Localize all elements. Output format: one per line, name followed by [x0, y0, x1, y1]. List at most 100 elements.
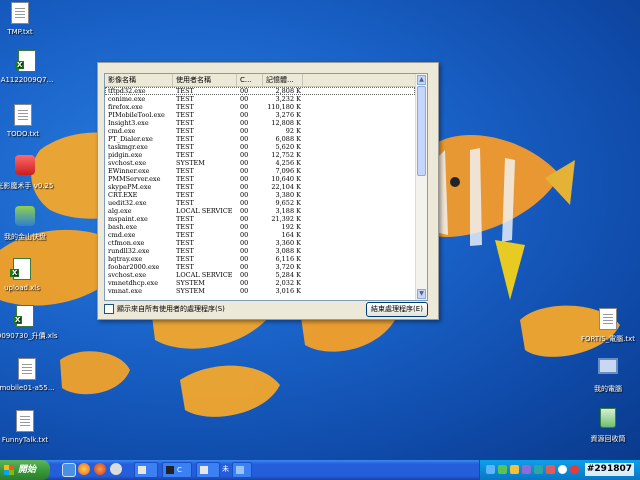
process-row[interactable]: firefox.exe TEST 00 110,180 K [105, 103, 415, 111]
process-row[interactable]: taskmgr.exe TEST 00 5,620 K [105, 143, 415, 151]
quicklaunch-firefox-icon[interactable] [78, 463, 90, 475]
text-file-icon [599, 308, 617, 330]
process-row[interactable]: Insight3.exe TEST 00 12,808 K [105, 119, 415, 127]
text-file-icon [18, 358, 36, 380]
process-row[interactable]: CRT.EXE TEST 00 3,380 K [105, 191, 415, 199]
taskbar-button-cmd[interactable]: C [162, 462, 192, 478]
process-row[interactable]: hqtray.exe TEST 00 6,116 K [105, 255, 415, 263]
process-memory: 9,652 K [275, 199, 301, 207]
process-memory: 10,640 K [271, 175, 301, 183]
process-row[interactable]: svchost.exe LOCAL SERVICE 00 5,284 K [105, 271, 415, 279]
desktop: TMP.txt X A1122009Q7... TODO.txt 光影魔术手 v… [0, 0, 640, 460]
process-row[interactable]: cmd.exe TEST 00 92 K [105, 127, 415, 135]
process-row[interactable]: vmnetdhcp.exe SYSTEM 00 2,032 K [105, 279, 415, 287]
desktop-icon-funnytalk[interactable]: FunnyTalk.txt [0, 410, 60, 444]
tray-app-icon[interactable] [546, 465, 555, 474]
process-list-scrollbar[interactable]: ▲ ▼ [415, 74, 427, 300]
process-row[interactable]: foobar2000.exe TEST 00 3,720 K [105, 263, 415, 271]
quicklaunch-media-icon[interactable] [110, 463, 122, 475]
process-cpu: 00 [240, 135, 249, 143]
process-row[interactable]: mspaint.exe TEST 00 21,392 K [105, 215, 415, 223]
taskbar-button-app[interactable]: 未 [208, 462, 230, 478]
desktop-icon-my-computer[interactable]: 我的電腦 [573, 358, 640, 394]
desktop-icon-recycle-bin[interactable]: 資源回收筒 [573, 408, 640, 444]
taskbar-button-monitor[interactable] [232, 462, 252, 478]
taskbar-button-window1[interactable] [134, 462, 158, 478]
chat-icon[interactable] [534, 465, 543, 474]
column-user-name[interactable]: 使用者名稱 [173, 74, 237, 86]
process-row[interactable]: EWinner.exe TEST 00 7,096 K [105, 167, 415, 175]
process-row[interactable]: PIMobileTool.exe TEST 00 3,276 K [105, 111, 415, 119]
tray-app-icon[interactable] [522, 465, 531, 474]
process-row[interactable]: ctfmon.exe TEST 00 3,360 K [105, 239, 415, 247]
column-memory[interactable]: 記憶體... [263, 74, 303, 86]
end-process-button[interactable]: 結束處理程序(E) [366, 302, 428, 317]
desktop-icon-fortis[interactable]: FORTIS_電腦.txt [573, 308, 640, 344]
quicklaunch-browser-icon[interactable] [94, 463, 106, 475]
process-row[interactable]: conime.exe TEST 00 3,232 K [105, 95, 415, 103]
process-memory: 5,620 K [275, 143, 301, 151]
checkbox-box[interactable] [104, 304, 114, 314]
process-row[interactable]: cmd.exe TEST 00 164 K [105, 231, 415, 239]
process-row[interactable]: pidgin.exe TEST 00 12,752 K [105, 151, 415, 159]
process-user-name: TEST [176, 231, 194, 239]
process-memory: 92 K [285, 127, 301, 135]
desktop-icon-photo-app[interactable]: 光影魔术手 v0.25 [0, 155, 60, 191]
process-image-name: pidgin.exe [108, 151, 143, 159]
column-cpu[interactable]: C... [237, 74, 263, 86]
desktop-icon-upload[interactable]: X upload.xls [0, 258, 57, 292]
process-cpu: 00 [240, 87, 249, 95]
process-cpu: 00 [240, 143, 249, 151]
process-cpu: 00 [240, 159, 249, 167]
column-image-name[interactable]: 影像名稱 [105, 74, 173, 86]
process-row[interactable]: rundll32.exe TEST 00 3,088 K [105, 247, 415, 255]
scroll-up-arrow-icon[interactable]: ▲ [417, 75, 426, 85]
desktop-icon-label: 20090730_升價.xls [0, 332, 58, 340]
antivirus-icon[interactable] [510, 465, 519, 474]
process-memory: 3,720 K [275, 263, 301, 271]
desktop-icon-mobile01[interactable]: mobile01-a55... [0, 358, 62, 392]
volume-icon[interactable] [498, 465, 507, 474]
scrollbar-thumb[interactable] [417, 86, 426, 176]
process-image-name: uedit32.exe [108, 199, 147, 207]
start-button[interactable]: 開始 [0, 460, 50, 480]
process-row[interactable]: bash.exe TEST 00 192 K [105, 223, 415, 231]
process-memory: 3,188 K [275, 207, 301, 215]
scroll-down-arrow-icon[interactable]: ▼ [417, 289, 426, 299]
desktop-icon-todo[interactable]: TODO.txt [0, 104, 58, 138]
process-memory: 3,380 K [275, 191, 301, 199]
process-image-name: ctfmon.exe [108, 239, 145, 247]
show-all-users-checkbox[interactable]: 顯示來自所有使用者的處理程序(S) [104, 304, 225, 314]
monitor-icon [236, 466, 244, 474]
tray-app-icon[interactable] [570, 465, 579, 474]
process-row[interactable]: PT_Dialer.exe TEST 00 6,088 K [105, 135, 415, 143]
process-memory: 21,392 K [271, 215, 301, 223]
desktop-icon-20090730[interactable]: X 20090730_升價.xls [0, 305, 60, 341]
desktop-icon-kuaipan[interactable]: 我的金山快盘 [0, 206, 60, 242]
clock[interactable]: #291807 [584, 463, 634, 476]
quicklaunch-desktop-icon[interactable] [62, 463, 76, 477]
process-row[interactable]: uedit32.exe TEST 00 9,652 K [105, 199, 415, 207]
tray-app-icon[interactable] [558, 465, 567, 474]
network-icon[interactable] [486, 465, 495, 474]
process-row[interactable]: tftpd32.exe TEST 00 2,808 K [105, 87, 415, 95]
process-row[interactable]: svchost.exe SYSTEM 00 4,256 K [105, 159, 415, 167]
process-cpu: 00 [240, 167, 249, 175]
desktop-icon-tmp[interactable]: TMP.txt [0, 2, 55, 36]
process-cpu: 00 [240, 151, 249, 159]
process-cpu: 00 [240, 207, 249, 215]
process-row[interactable]: skypePM.exe TEST 00 22,104 K [105, 183, 415, 191]
process-memory: 3,016 K [275, 287, 301, 295]
process-memory: 4,256 K [275, 159, 301, 167]
task-icon [200, 466, 208, 474]
process-image-name: CRT.EXE [108, 191, 138, 199]
desktop-icon-a1122009[interactable]: X A1122009Q7... [0, 50, 62, 84]
process-list[interactable]: 影像名稱 使用者名稱 C... 記憶體... tftpd32.exe TEST 00… [104, 73, 428, 301]
process-cpu: 00 [240, 271, 249, 279]
process-row[interactable]: vmnat.exe SYSTEM 00 3,016 K [105, 287, 415, 295]
process-row[interactable]: alg.exe LOCAL SERVICE 00 3,188 K [105, 207, 415, 215]
process-user-name: TEST [176, 95, 194, 103]
process-row[interactable]: PMMServer.exe TEST 00 10,640 K [105, 175, 415, 183]
process-user-name: SYSTEM [176, 279, 205, 287]
process-user-name: TEST [176, 119, 194, 127]
